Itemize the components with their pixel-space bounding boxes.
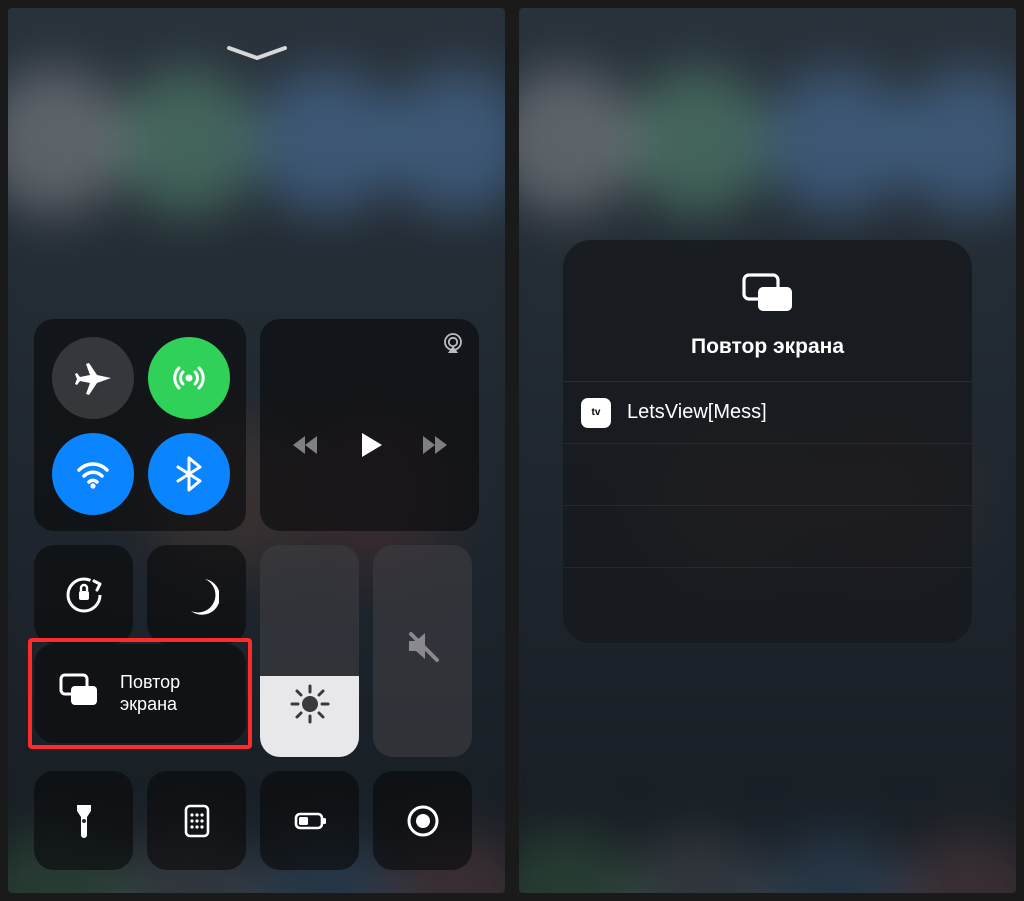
- volume-slider[interactable]: [373, 545, 472, 757]
- low-power-mode-toggle[interactable]: [260, 771, 359, 870]
- bluetooth-toggle[interactable]: [148, 433, 230, 515]
- screen-mirroring-picker-screen: Повтор экрана tv LetsView[Mess]: [519, 8, 1016, 893]
- flashlight-button[interactable]: [34, 771, 133, 870]
- control-center-screen: Повтор экрана: [8, 8, 505, 893]
- wifi-toggle[interactable]: [52, 433, 134, 515]
- connectivity-module[interactable]: [34, 319, 246, 531]
- cellular-toggle[interactable]: [148, 337, 230, 419]
- mirroring-device-row[interactable]: [563, 567, 972, 629]
- mirroring-device-row[interactable]: [563, 505, 972, 567]
- screen-mirroring-label-1: Повтор: [120, 672, 180, 694]
- calculator-button[interactable]: [147, 771, 246, 870]
- do-not-disturb-toggle[interactable]: [147, 545, 246, 644]
- mirroring-device-name: LetsView[Mess]: [627, 401, 767, 424]
- screen-mirroring-icon: [739, 272, 797, 319]
- mirroring-device-row[interactable]: tv LetsView[Mess]: [563, 381, 972, 443]
- screen-mirroring-label-2: экрана: [120, 694, 180, 716]
- screen-mirroring-tile[interactable]: Повтор экрана: [34, 644, 246, 743]
- next-track-icon[interactable]: [420, 430, 450, 465]
- brightness-icon: [290, 684, 330, 729]
- previous-track-icon[interactable]: [290, 430, 320, 465]
- screen-record-button[interactable]: [373, 771, 472, 870]
- mute-icon: [403, 626, 443, 671]
- play-icon[interactable]: [354, 429, 386, 466]
- picker-title: Повтор экрана: [691, 335, 844, 359]
- screen-mirroring-picker: Повтор экрана tv LetsView[Mess]: [563, 240, 972, 643]
- orientation-lock-toggle[interactable]: [34, 545, 133, 644]
- airplay-audio-icon[interactable]: [441, 331, 465, 360]
- apple-tv-icon: tv: [581, 398, 611, 428]
- collapse-arrow-icon[interactable]: [225, 44, 289, 67]
- mirroring-device-row[interactable]: [563, 443, 972, 505]
- airplane-mode-toggle[interactable]: [52, 337, 134, 419]
- screen-mirroring-icon: [56, 668, 102, 719]
- now-playing-module[interactable]: [260, 319, 479, 531]
- brightness-slider[interactable]: [260, 545, 359, 757]
